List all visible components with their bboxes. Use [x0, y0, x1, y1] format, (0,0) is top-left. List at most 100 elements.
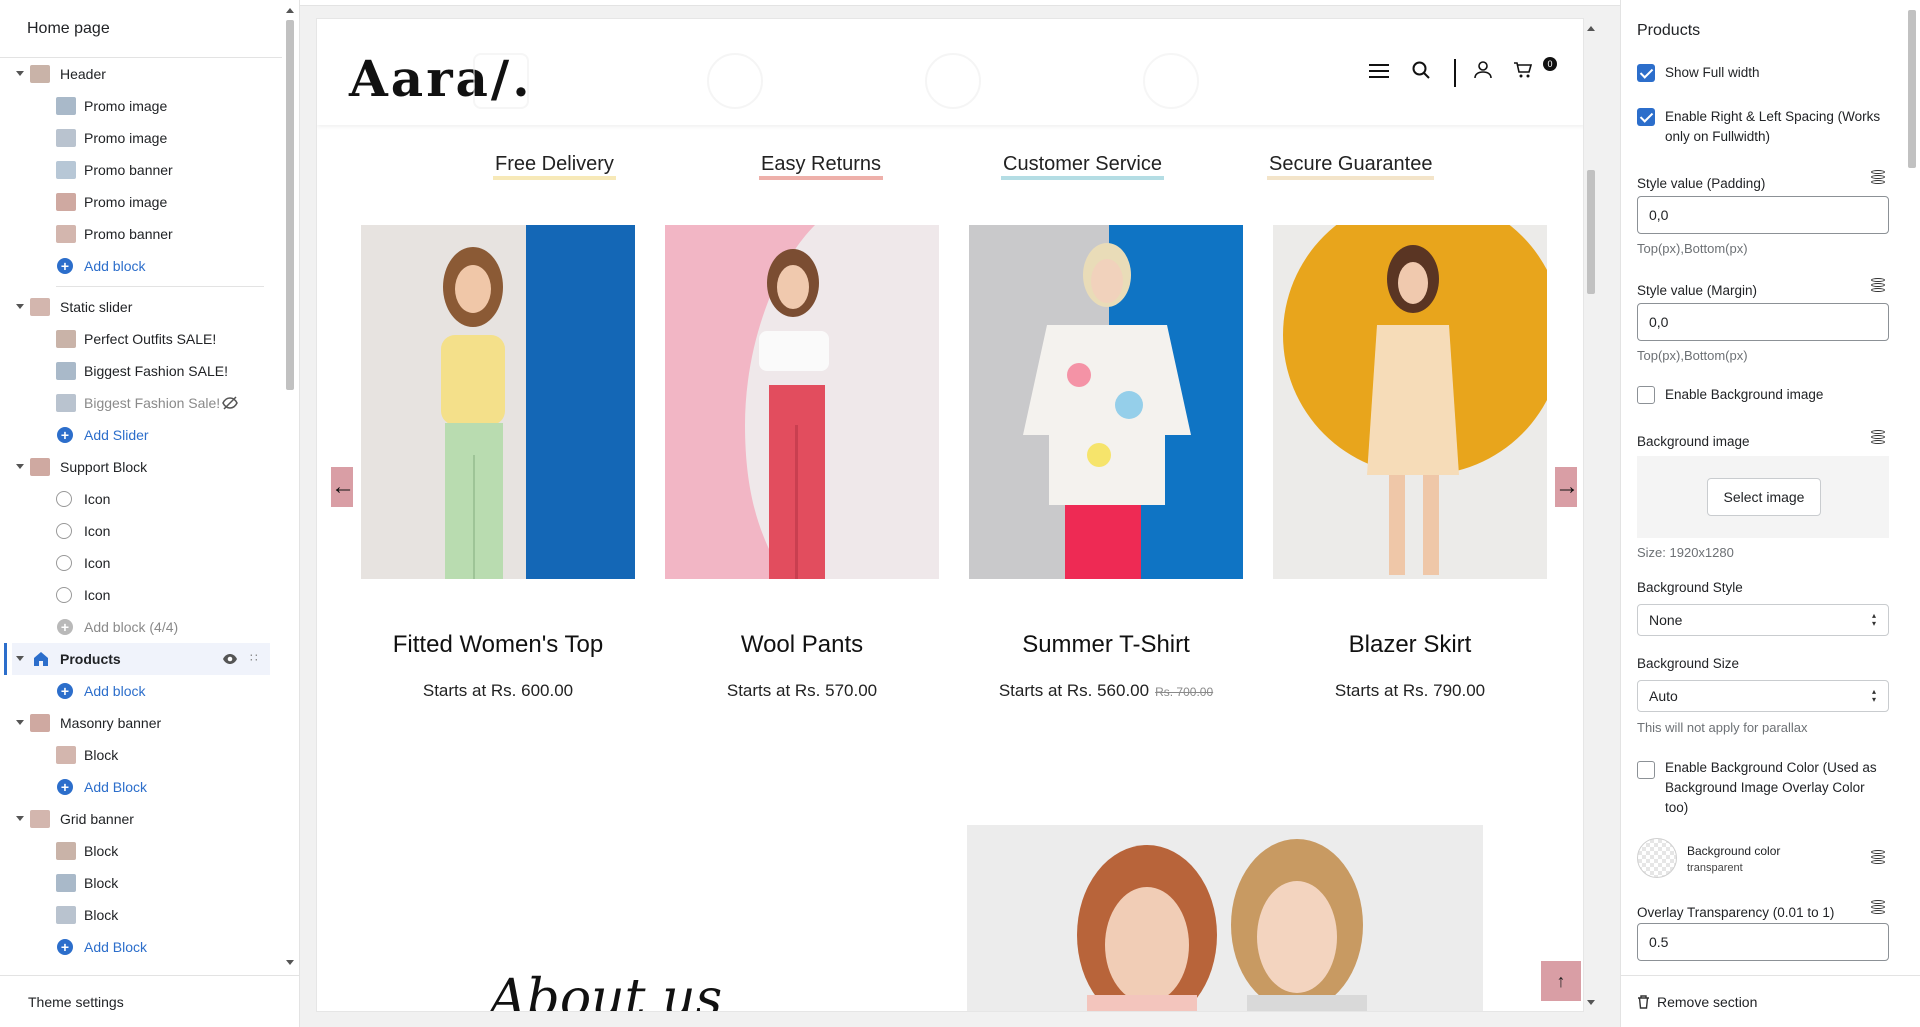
database-icon[interactable]	[1871, 430, 1887, 448]
block-item[interactable]: Block	[0, 899, 282, 931]
color-swatch[interactable]	[1637, 838, 1677, 878]
enable-bg-image-checkbox[interactable]	[1637, 386, 1655, 404]
block-item[interactable]: Promo banner	[0, 218, 282, 250]
preview-scroll-thumb[interactable]	[1587, 170, 1595, 294]
block-item[interactable]: Icon	[0, 515, 282, 547]
cart-icon[interactable]	[1511, 61, 1535, 85]
sidebar-scrollbar[interactable]	[283, 8, 297, 966]
product-title[interactable]: Blazer Skirt	[1273, 631, 1547, 659]
section-header[interactable]: Header	[0, 58, 282, 90]
block-thumbnail-icon	[56, 97, 76, 115]
masonry-banner-image[interactable]	[967, 825, 1483, 1011]
product-card[interactable]: Summer T-Shirt Starts at Rs. 560.00 Rs. 7…	[969, 225, 1243, 700]
product-title[interactable]: Wool Pants	[665, 631, 939, 659]
scroll-down-arrow-icon[interactable]	[286, 960, 294, 965]
tree-item-label: Block	[84, 843, 119, 859]
plus-icon: +	[57, 683, 73, 699]
scroll-up-arrow-icon[interactable]	[1587, 26, 1595, 31]
caret-down-icon[interactable]	[16, 464, 24, 469]
arrow-right-icon[interactable]: →	[1555, 467, 1579, 507]
enable-spacing-checkbox[interactable]	[1637, 108, 1655, 126]
product-title[interactable]: Fitted Women's Top	[361, 631, 635, 659]
top-bar	[300, 0, 1620, 6]
add-block-button[interactable]: + Add block	[0, 250, 282, 282]
drag-handle-icon[interactable]: ∷	[250, 651, 258, 665]
eye-icon[interactable]	[222, 652, 238, 668]
add-block-button[interactable]: + Add Block	[0, 771, 282, 803]
block-item[interactable]: Block	[0, 739, 282, 771]
remove-section-button[interactable]: Remove section	[1657, 994, 1757, 1010]
add-block-button[interactable]: + Add Block	[0, 931, 282, 963]
faded-support-icon	[925, 53, 981, 109]
product-title[interactable]: Summer T-Shirt	[969, 631, 1243, 659]
block-item[interactable]: Icon	[0, 579, 282, 611]
section-thumbnail-icon	[30, 458, 50, 476]
sidebar-scroll-thumb[interactable]	[286, 20, 294, 390]
product-image[interactable]	[665, 225, 939, 579]
product-price: Starts at Rs. 600.00	[361, 681, 635, 701]
settings-scrollbar[interactable]	[1904, 0, 1920, 975]
section-grid-banner[interactable]: Grid banner	[0, 803, 282, 835]
bg-style-select[interactable]: None	[1637, 604, 1889, 636]
scroll-up-arrow-icon[interactable]	[286, 8, 294, 13]
padding-input[interactable]: 0,0	[1637, 196, 1889, 234]
product-image[interactable]	[361, 225, 635, 579]
eye-off-icon[interactable]	[222, 396, 238, 413]
block-item[interactable]: Perfect Outfits SALE!	[0, 323, 282, 355]
block-item[interactable]: Icon	[0, 483, 282, 515]
caret-down-icon[interactable]	[16, 71, 24, 76]
add-block-button[interactable]: + Add block	[0, 675, 282, 707]
product-card[interactable]: Blazer Skirt Starts at Rs. 790.00	[1273, 225, 1547, 700]
caret-down-icon[interactable]	[16, 816, 24, 821]
overlay-input[interactable]: 0.5	[1637, 923, 1889, 961]
product-card[interactable]: Wool Pants Starts at Rs. 570.00	[665, 225, 939, 700]
feature-label: Free Delivery	[493, 153, 616, 180]
section-masonry-banner[interactable]: Masonry banner	[0, 707, 282, 739]
arrow-left-icon[interactable]: ←	[331, 467, 355, 507]
block-item[interactable]: Icon	[0, 547, 282, 579]
block-item[interactable]: Promo image	[0, 90, 282, 122]
show-full-width-checkbox[interactable]	[1637, 64, 1655, 82]
section-products[interactable]: ∷ Products	[4, 643, 270, 675]
product-image[interactable]	[969, 225, 1243, 579]
add-block-button[interactable]: + Add Slider	[0, 419, 282, 451]
about-heading: About us	[489, 969, 723, 1012]
section-static-slider[interactable]: Static slider	[0, 291, 282, 323]
block-item[interactable]: Promo image	[0, 186, 282, 218]
bg-size-select[interactable]: Auto	[1637, 680, 1889, 712]
enable-bg-color-checkbox[interactable]	[1637, 761, 1655, 779]
user-icon[interactable]	[1471, 61, 1495, 85]
tree-item-label: Block	[84, 875, 119, 891]
tree-item-label: Static slider	[60, 299, 133, 315]
product-image[interactable]	[1273, 225, 1547, 579]
database-icon[interactable]	[1871, 850, 1887, 868]
block-item[interactable]: Block	[0, 835, 282, 867]
tree-item-label: Icon	[84, 555, 111, 571]
caret-down-icon[interactable]	[16, 720, 24, 725]
arrow-up-icon[interactable]: ↑	[1541, 961, 1581, 1001]
tree-item-label: Promo banner	[84, 226, 173, 242]
trash-icon[interactable]	[1637, 995, 1650, 1014]
search-icon[interactable]	[1409, 61, 1433, 85]
database-icon[interactable]	[1871, 170, 1887, 188]
select-image-button[interactable]: Select image	[1707, 478, 1821, 516]
block-item[interactable]: Block	[0, 867, 282, 899]
settings-scroll-thumb[interactable]	[1908, 10, 1916, 168]
section-settings-panel: Products Show Full width Enable Right & …	[1620, 0, 1920, 1027]
product-card[interactable]: Fitted Women's Top Starts at Rs. 600.00	[361, 225, 635, 700]
database-icon[interactable]	[1871, 900, 1887, 918]
menu-icon[interactable]	[1367, 61, 1391, 85]
block-item[interactable]: Promo image	[0, 122, 282, 154]
block-item[interactable]: Promo banner	[0, 154, 282, 186]
scroll-down-arrow-icon[interactable]	[1587, 1000, 1595, 1005]
tree-item-label: Add Block	[84, 779, 148, 795]
margin-input[interactable]: 0,0	[1637, 303, 1889, 341]
caret-down-icon[interactable]	[16, 304, 24, 309]
block-item[interactable]: Biggest Fashion SALE!	[0, 355, 282, 387]
block-item[interactable]: Biggest Fashion Sale!	[0, 387, 282, 419]
section-support-block[interactable]: Support Block	[0, 451, 282, 483]
database-icon[interactable]	[1871, 278, 1887, 296]
theme-settings-link[interactable]: Theme settings	[0, 975, 299, 1027]
preview-scrollbar[interactable]	[1584, 18, 1598, 1012]
caret-down-icon[interactable]	[16, 656, 24, 661]
